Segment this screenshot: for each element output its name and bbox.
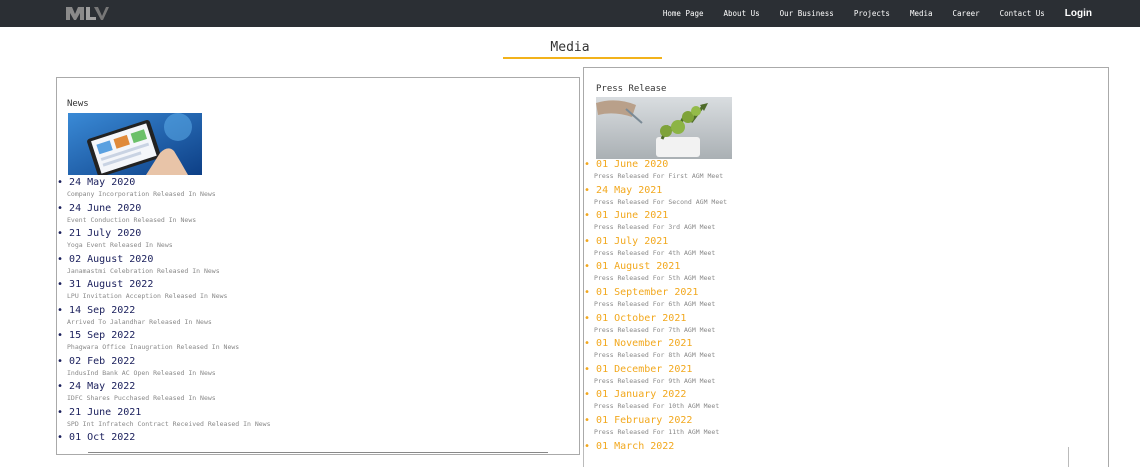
- title-underline: [503, 57, 662, 59]
- company-logo[interactable]: [64, 4, 110, 22]
- nav-about-us[interactable]: About Us: [724, 9, 760, 18]
- panel-divider: [1068, 447, 1069, 467]
- list-item[interactable]: • 15 Sep 2022 Phagwara Office Inaugration…: [57, 329, 271, 355]
- nav-projects[interactable]: Projects: [854, 9, 890, 18]
- list-item[interactable]: • 01 January 2022 Press Released For 10th…: [584, 388, 727, 414]
- list-item[interactable]: • 01 August 2021 Press Released For 5th A…: [584, 260, 727, 286]
- press-date[interactable]: • 01 July 2021: [584, 235, 727, 248]
- press-date[interactable]: • 01 August 2021: [584, 260, 727, 273]
- login-link[interactable]: Login: [1065, 8, 1092, 19]
- news-tablet-image: [68, 113, 202, 175]
- press-date[interactable]: • 01 December 2021: [584, 363, 727, 376]
- news-scrollbar[interactable]: [88, 452, 548, 453]
- nav-home-page[interactable]: Home Page: [663, 9, 704, 18]
- list-item[interactable]: • 01 July 2021 Press Released For 4th AGM…: [584, 235, 727, 261]
- list-item[interactable]: • 01 October 2021 Press Released For 7th …: [584, 312, 727, 338]
- list-item[interactable]: • 24 May 2020 Company Incorporation Relea…: [57, 176, 271, 202]
- news-date[interactable]: • 24 May 2020: [57, 176, 271, 189]
- news-date[interactable]: • 21 July 2020: [57, 227, 271, 240]
- news-date[interactable]: • 31 August 2022: [57, 278, 271, 291]
- news-date[interactable]: • 02 August 2020: [57, 253, 271, 266]
- news-panel: News • 24 May 2020 Company Incorporation …: [56, 77, 580, 455]
- list-item[interactable]: • 01 June 2021 Press Released For 3rd AGM…: [584, 209, 727, 235]
- press-date[interactable]: • 01 June 2021: [584, 209, 727, 222]
- list-item[interactable]: • 21 June 2021 SPD Int Infratech Contract…: [57, 406, 271, 432]
- list-item[interactable]: • 24 June 2020 Event Conduction Released …: [57, 202, 271, 228]
- press-date[interactable]: • 01 February 2022: [584, 414, 727, 427]
- nav-media[interactable]: Media: [910, 9, 933, 18]
- press-date[interactable]: • 01 September 2021: [584, 286, 727, 299]
- press-heading: Press Release: [596, 84, 667, 94]
- press-growth-image: [596, 97, 732, 159]
- list-item[interactable]: • 14 Sep 2022 Arrived To Jalandhar Releas…: [57, 304, 271, 330]
- list-item[interactable]: • 24 May 2021 Press Released For Second A…: [584, 184, 727, 210]
- nav-career[interactable]: Career: [953, 9, 980, 18]
- press-date[interactable]: • 01 June 2020: [584, 158, 727, 171]
- panel-divider: [583, 447, 584, 467]
- news-list: • 24 May 2020 Company Incorporation Relea…: [57, 176, 271, 457]
- news-date[interactable]: • 24 June 2020: [57, 202, 271, 215]
- news-date[interactable]: • 24 May 2022: [57, 380, 271, 393]
- list-item[interactable]: • 01 September 2021 Press Released For 6t…: [584, 286, 727, 312]
- press-list: • 01 June 2020 Press Released For First A…: [584, 158, 727, 465]
- news-date[interactable]: • 21 June 2021: [57, 406, 271, 419]
- list-item[interactable]: • 01 March 2022: [584, 440, 727, 466]
- news-date[interactable]: • 01 Oct 2022: [57, 431, 271, 444]
- press-date[interactable]: • 01 October 2021: [584, 312, 727, 325]
- press-date[interactable]: • 01 March 2022: [584, 440, 727, 453]
- list-item[interactable]: • 01 June 2020 Press Released For First A…: [584, 158, 727, 184]
- list-item[interactable]: • 21 July 2020 Yoga Event Released In New…: [57, 227, 271, 253]
- list-item[interactable]: • 24 May 2022 IDFC Shares Pucchased Relea…: [57, 380, 271, 406]
- press-date[interactable]: • 01 November 2021: [584, 337, 727, 350]
- list-item[interactable]: • 02 Feb 2022 IndusInd Bank AC Open Relea…: [57, 355, 271, 381]
- press-release-panel: Press Release • 01 June 2020 Press Releas…: [583, 67, 1109, 467]
- news-heading: News: [67, 99, 89, 109]
- list-item[interactable]: • 01 February 2022 Press Released For 11t…: [584, 414, 727, 440]
- list-item[interactable]: • 31 August 2022 LPU Invitation Acception…: [57, 278, 271, 304]
- list-item[interactable]: • 01 November 2021 Press Released For 8th…: [584, 337, 727, 363]
- page-title: Media: [550, 40, 590, 55]
- nav-our-business[interactable]: Our Business: [780, 9, 834, 18]
- nav-contact-us[interactable]: Contact Us: [1000, 9, 1045, 18]
- list-item[interactable]: • 01 December 2021 Press Released For 9th…: [584, 363, 727, 389]
- main-nav: Home Page About Us Our Business Projects…: [663, 0, 1092, 27]
- press-date[interactable]: • 01 January 2022: [584, 388, 727, 401]
- top-navbar: Home Page About Us Our Business Projects…: [0, 0, 1140, 27]
- news-date[interactable]: • 15 Sep 2022: [57, 329, 271, 342]
- press-date[interactable]: • 24 May 2021: [584, 184, 727, 197]
- news-date[interactable]: • 14 Sep 2022: [57, 304, 271, 317]
- news-date[interactable]: • 02 Feb 2022: [57, 355, 271, 368]
- list-item[interactable]: • 02 August 2020 Janamastmi Celebration R…: [57, 253, 271, 279]
